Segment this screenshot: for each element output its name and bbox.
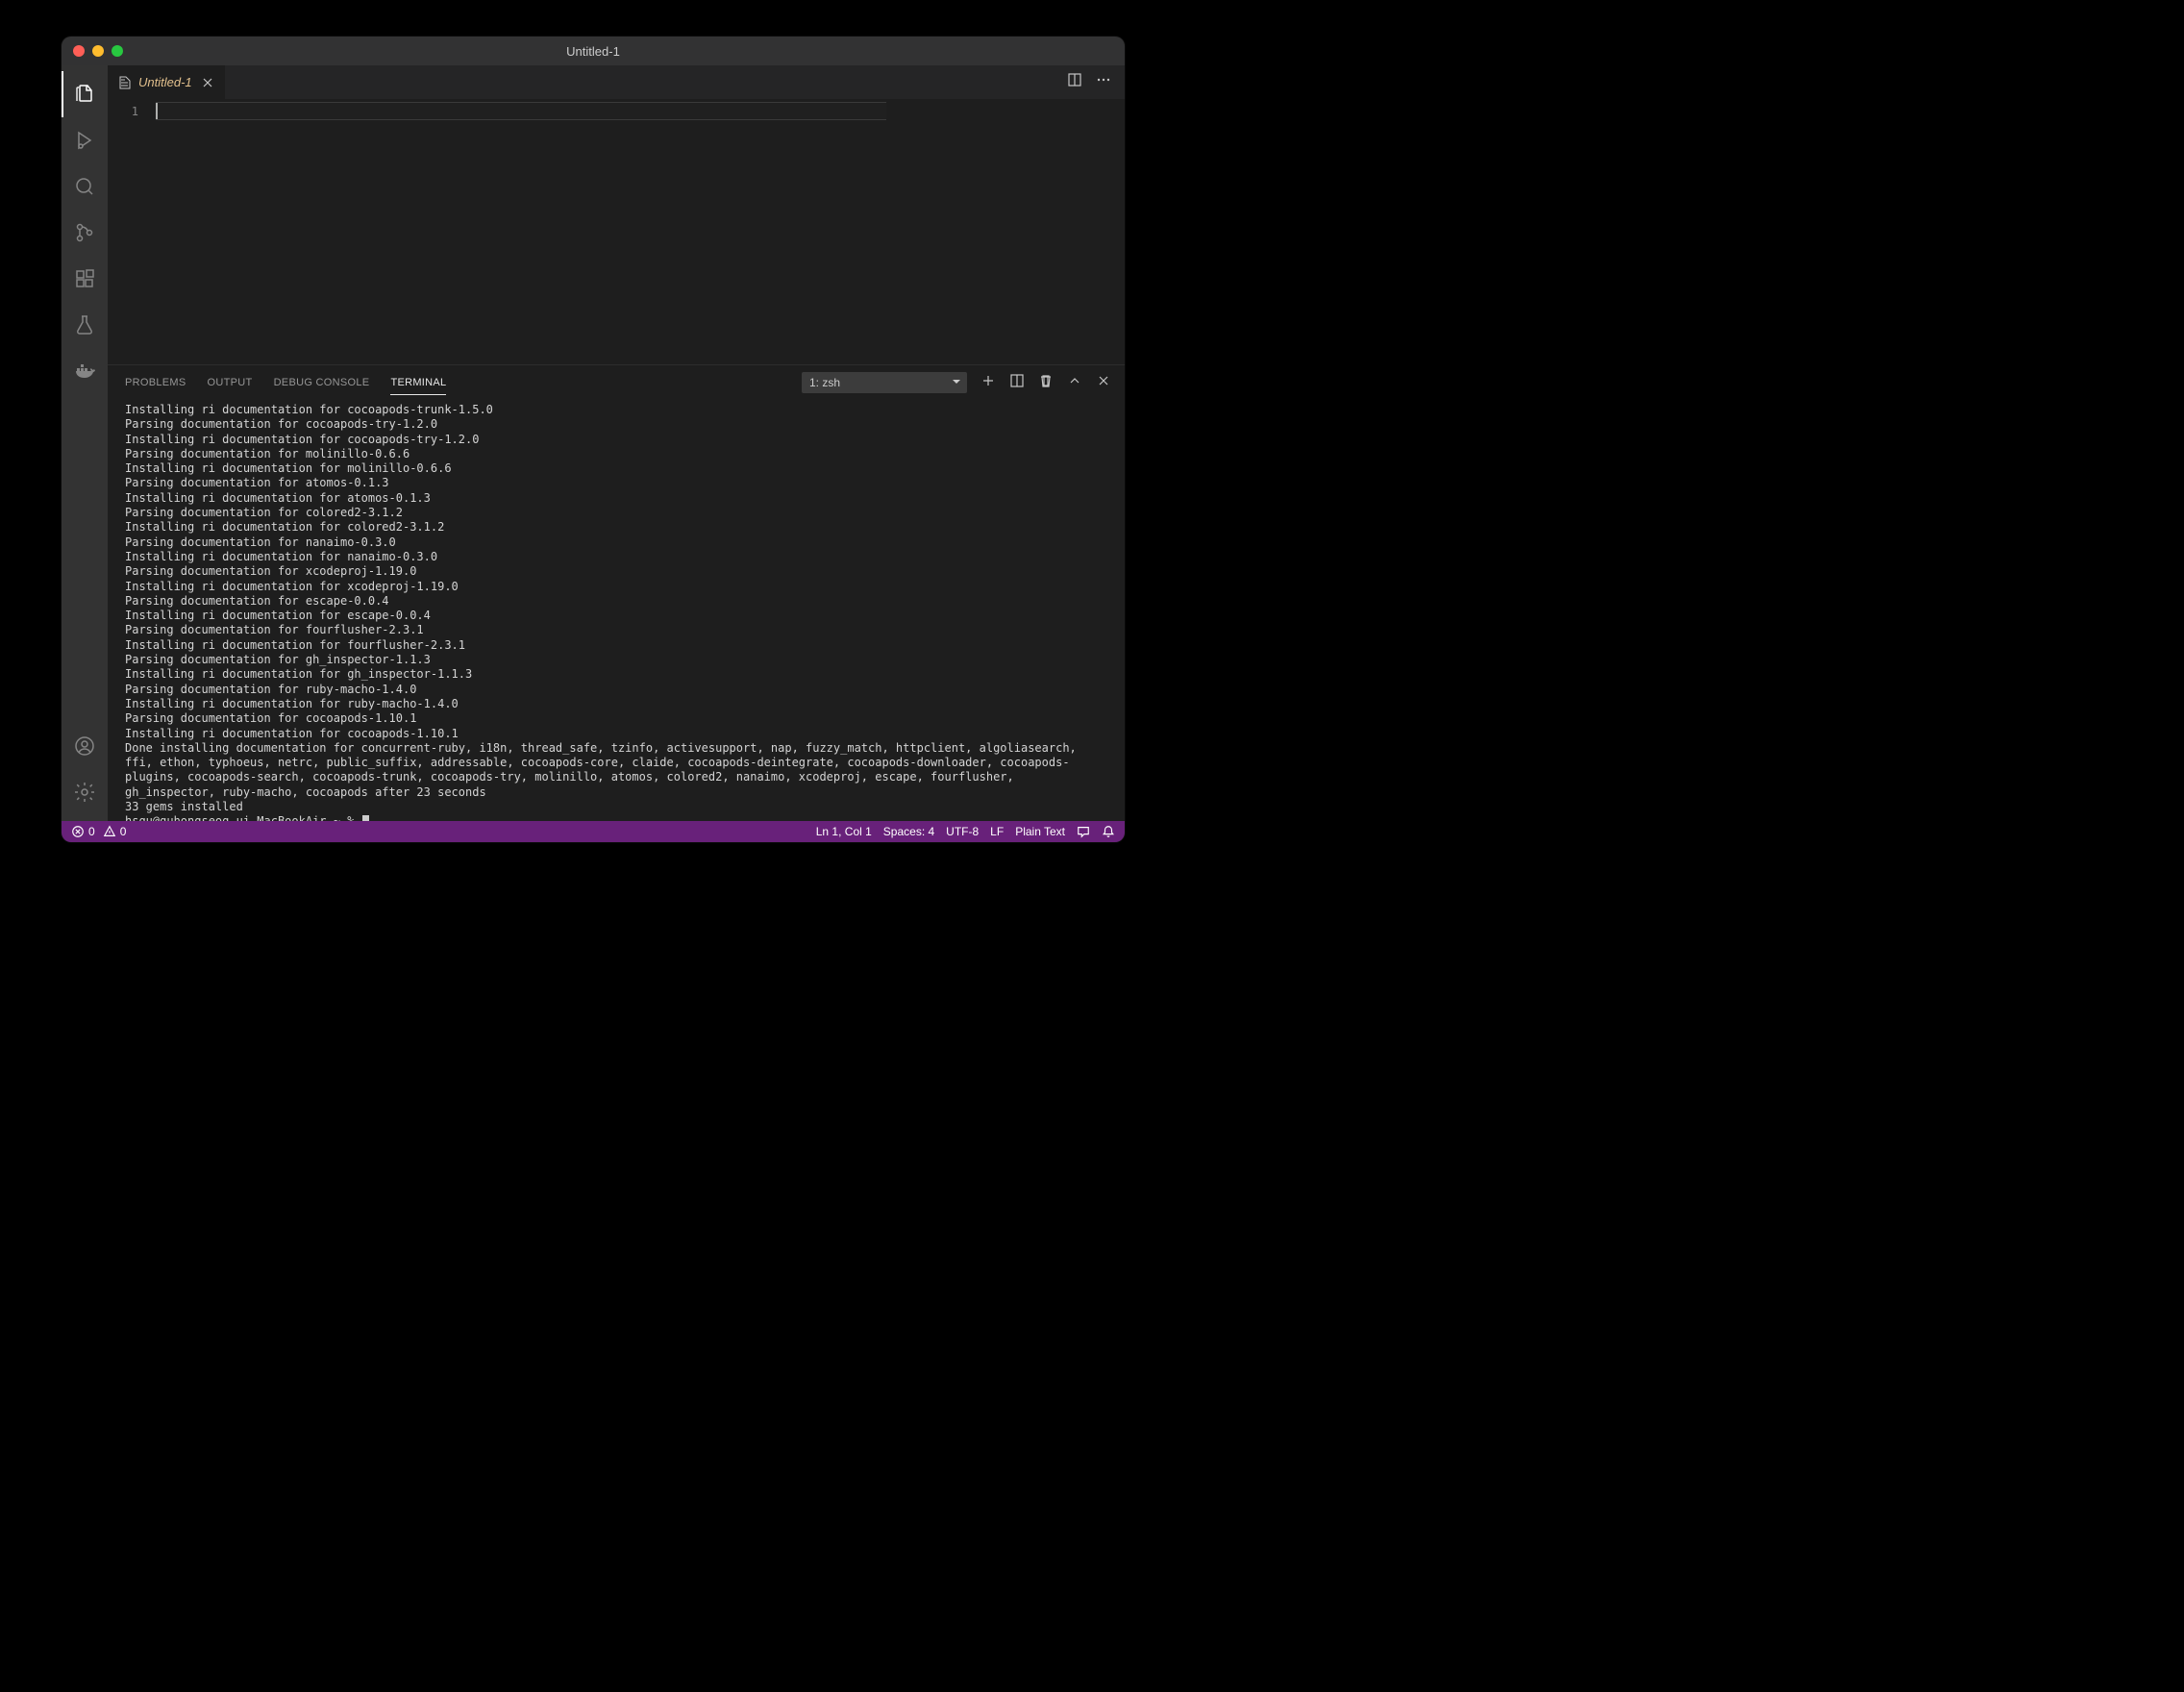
- status-eol[interactable]: LF: [990, 825, 1004, 838]
- panel-tab-output[interactable]: OUTPUT: [208, 377, 253, 388]
- window-title: Untitled-1: [62, 44, 1125, 59]
- line-number: 1: [108, 103, 138, 121]
- minimap[interactable]: [1009, 99, 1125, 364]
- status-language-mode[interactable]: Plain Text: [1015, 825, 1065, 838]
- status-bar: 0 0 Ln 1, Col 1 Spaces: 4 UTF-8 LF Plain…: [62, 821, 1125, 842]
- traffic-light-maximize[interactable]: [112, 45, 123, 57]
- panel: PROBLEMS OUTPUT DEBUG CONSOLE TERMINAL 1…: [108, 364, 1125, 821]
- testing-icon[interactable]: [62, 302, 108, 348]
- panel-tab-problems[interactable]: PROBLEMS: [125, 377, 186, 388]
- kill-terminal-icon[interactable]: [1038, 373, 1054, 391]
- maximize-panel-icon[interactable]: [1067, 373, 1082, 391]
- editor-area[interactable]: 1: [108, 99, 1125, 364]
- editor-tab-bar: Untitled-1: [108, 65, 1125, 99]
- status-errors[interactable]: 0: [71, 825, 95, 838]
- line-gutter: 1: [108, 99, 156, 364]
- panel-tab-terminal[interactable]: TERMINAL: [390, 377, 446, 395]
- explorer-icon[interactable]: [62, 71, 108, 117]
- terminal-shell-select[interactable]: 1: zsh: [802, 372, 967, 393]
- accounts-icon[interactable]: [62, 723, 108, 769]
- search-icon[interactable]: [62, 163, 108, 210]
- panel-tab-bar: PROBLEMS OUTPUT DEBUG CONSOLE TERMINAL 1…: [108, 365, 1125, 399]
- status-warnings-count: 0: [120, 825, 127, 838]
- split-terminal-icon[interactable]: [1009, 373, 1025, 391]
- extensions-icon[interactable]: [62, 256, 108, 302]
- file-icon: [117, 75, 133, 90]
- status-encoding[interactable]: UTF-8: [946, 825, 979, 838]
- editor-tab[interactable]: Untitled-1: [108, 65, 225, 99]
- editor-tab-label: Untitled-1: [138, 75, 192, 89]
- split-editor-icon[interactable]: [1067, 72, 1082, 92]
- panel-tab-debug-console[interactable]: DEBUG CONSOLE: [274, 377, 370, 388]
- status-indentation[interactable]: Spaces: 4: [883, 825, 934, 838]
- activity-bar: [62, 65, 108, 821]
- source-control-icon[interactable]: [62, 210, 108, 256]
- settings-gear-icon[interactable]: [62, 769, 108, 815]
- status-ln-col[interactable]: Ln 1, Col 1: [816, 825, 872, 838]
- feedback-icon[interactable]: [1077, 825, 1090, 838]
- editor-cursor: [156, 103, 158, 119]
- window-controls: [73, 45, 123, 57]
- new-terminal-icon[interactable]: [980, 373, 996, 391]
- docker-icon[interactable]: [62, 348, 108, 394]
- run-debug-icon[interactable]: [62, 117, 108, 163]
- traffic-light-minimize[interactable]: [92, 45, 104, 57]
- close-panel-icon[interactable]: [1096, 373, 1111, 391]
- more-actions-icon[interactable]: [1096, 72, 1111, 92]
- close-tab-icon[interactable]: [200, 75, 215, 90]
- notifications-bell-icon[interactable]: [1102, 825, 1115, 838]
- status-warnings[interactable]: 0: [103, 825, 127, 838]
- active-line-highlight: [156, 102, 886, 120]
- vscode-window: Untitled-1: [62, 37, 1125, 842]
- editor-content[interactable]: [156, 99, 1009, 364]
- status-errors-count: 0: [88, 825, 95, 838]
- traffic-light-close[interactable]: [73, 45, 85, 57]
- titlebar: Untitled-1: [62, 37, 1125, 65]
- terminal-output[interactable]: Installing ri documentation for cocoapod…: [108, 399, 1125, 821]
